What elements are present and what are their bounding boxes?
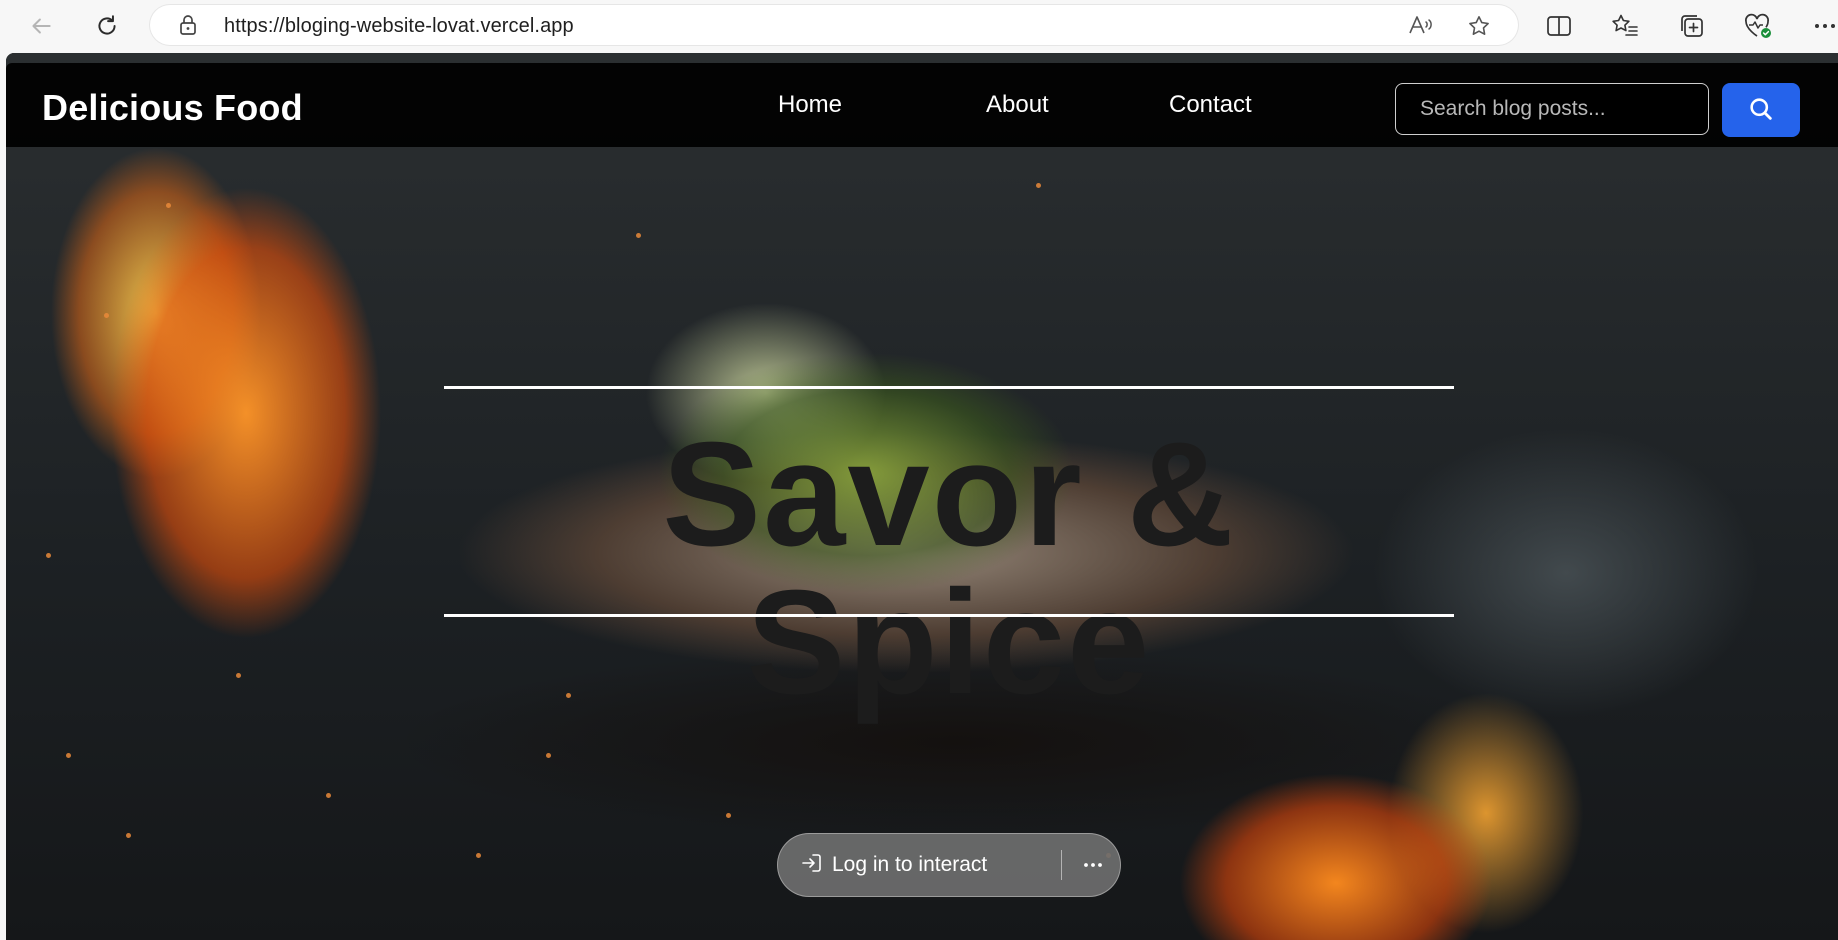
sign-in-icon bbox=[800, 851, 824, 880]
search-icon bbox=[1747, 95, 1775, 126]
back-icon[interactable] bbox=[25, 10, 57, 42]
collections-icon[interactable] bbox=[1676, 10, 1708, 42]
more-options-icon[interactable] bbox=[1074, 846, 1112, 884]
more-browser-icon[interactable] bbox=[1808, 10, 1838, 42]
browser-essentials-icon[interactable] bbox=[1742, 10, 1774, 42]
nav-link-about[interactable]: About bbox=[986, 91, 1049, 119]
search-input[interactable] bbox=[1395, 83, 1709, 135]
page-viewport: Delicious Food Home About Contact Savor … bbox=[6, 53, 1838, 940]
overlay-divider bbox=[1061, 850, 1062, 880]
login-overlay: Log in to interact bbox=[777, 833, 1121, 897]
lock-icon[interactable] bbox=[178, 14, 198, 41]
url-text[interactable]: https://bloging-website-lovat.vercel.app bbox=[224, 15, 574, 38]
login-button[interactable]: Log in to interact bbox=[800, 834, 987, 896]
site-brand[interactable]: Delicious Food bbox=[42, 87, 303, 129]
address-bar[interactable]: https://bloging-website-lovat.vercel.app bbox=[150, 5, 1518, 45]
search-button[interactable] bbox=[1722, 83, 1800, 137]
hero-title: Savor & Spice bbox=[662, 412, 1236, 725]
browser-toolbar: https://bloging-website-lovat.vercel.app bbox=[0, 0, 1838, 52]
nav-link-contact[interactable]: Contact bbox=[1169, 91, 1252, 119]
login-label: Log in to interact bbox=[832, 853, 988, 876]
refresh-icon[interactable] bbox=[91, 10, 123, 42]
hero-top-rule bbox=[444, 386, 1454, 389]
split-screen-icon[interactable] bbox=[1543, 10, 1575, 42]
site-navbar: Delicious Food Home About Contact bbox=[6, 63, 1838, 147]
favorite-star-icon[interactable] bbox=[1467, 14, 1491, 43]
nav-link-home[interactable]: Home bbox=[778, 91, 842, 119]
favorites-icon[interactable] bbox=[1609, 10, 1641, 42]
read-aloud-icon[interactable] bbox=[1408, 14, 1434, 41]
hero-bottom-rule bbox=[444, 614, 1454, 617]
